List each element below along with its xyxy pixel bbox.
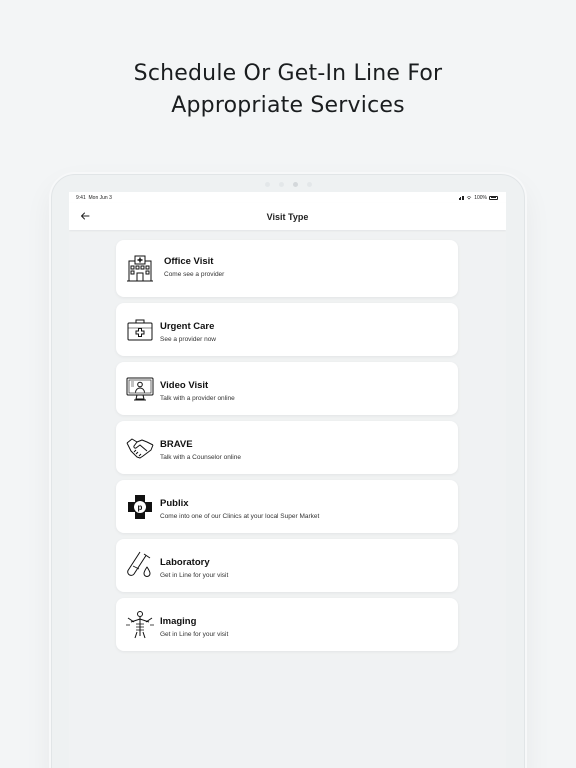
handshake-icon — [125, 433, 155, 463]
service-card-imaging[interactable]: Imaging Get in Line for your visit — [116, 598, 458, 651]
card-subtitle: Talk with a provider online — [160, 395, 235, 402]
card-subtitle: Talk with a Counselor online — [160, 454, 241, 461]
battery-percent: 100% — [474, 194, 487, 201]
medical-kit-icon — [125, 315, 155, 345]
test-tube-icon — [125, 551, 155, 581]
service-card-office-visit[interactable]: Office Visit Come see a provider — [116, 240, 458, 297]
service-card-laboratory[interactable]: Laboratory Get in Line for your visit — [116, 539, 458, 592]
promo-headline: Schedule Or Get-In Line For Appropriate … — [0, 58, 576, 122]
headline-line-2: Appropriate Services — [171, 93, 405, 118]
status-right: 100% — [458, 194, 498, 201]
wifi-icon — [466, 196, 472, 200]
card-title: Laboratory — [160, 557, 210, 568]
card-title: Imaging — [160, 616, 197, 627]
card-subtitle: Get in Line for your visit — [160, 631, 229, 638]
card-text: Publix Come into one of our Clinics at y… — [160, 498, 319, 521]
app-screen: 9:41 Mon Jun 3 100% Visit Type Office Vi… — [69, 192, 506, 768]
service-card-urgent-care[interactable]: Urgent Care See a provider now — [116, 303, 458, 356]
signal-icon — [458, 195, 465, 200]
card-title: Office Visit — [164, 256, 214, 267]
card-title: Publix — [160, 498, 189, 509]
headline-line-1: Schedule Or Get-In Line For — [133, 61, 443, 86]
card-text: BRAVE Talk with a Counselor online — [160, 439, 241, 462]
status-bar: 9:41 Mon Jun 3 100% — [69, 192, 506, 203]
back-arrow-icon[interactable] — [78, 209, 92, 223]
card-text: Laboratory Get in Line for your visit — [160, 557, 228, 580]
card-subtitle: Get in Line for your visit — [160, 572, 229, 579]
sensor-dot — [278, 181, 284, 187]
xray-body-icon — [125, 610, 155, 640]
nav-bar: Visit Type — [69, 203, 506, 230]
hospital-icon — [125, 254, 155, 284]
status-time: 9:41 — [76, 194, 86, 201]
card-text: Imaging Get in Line for your visit — [160, 616, 228, 639]
service-card-video-visit[interactable]: Video Visit Talk with a provider online — [116, 362, 458, 415]
card-title: BRAVE — [160, 439, 193, 450]
publix-cross-icon: p — [125, 492, 155, 522]
card-text: Video Visit Talk with a provider online — [160, 380, 235, 403]
sensor-dot — [264, 181, 270, 187]
card-text: Urgent Care See a provider now — [160, 321, 216, 344]
card-subtitle: See a provider now — [160, 336, 217, 343]
battery-icon — [489, 195, 498, 200]
status-left: 9:41 Mon Jun 3 — [76, 195, 112, 201]
card-title: Video Visit — [160, 380, 209, 391]
camera-bar — [52, 180, 524, 188]
card-text: Office Visit Come see a provider — [164, 256, 224, 279]
sensor-dot — [306, 181, 312, 187]
page-title: Visit Type — [266, 211, 309, 222]
status-date: Mon Jun 3 — [88, 194, 112, 201]
card-subtitle: Come into one of our Clinics at your loc… — [160, 513, 320, 520]
card-title: Urgent Care — [160, 321, 215, 332]
svg-text:p: p — [138, 503, 143, 512]
service-card-publix[interactable]: p Publix Come into one of our Clinics at… — [116, 480, 458, 533]
video-monitor-icon — [125, 374, 155, 404]
camera-icon — [292, 181, 298, 187]
card-subtitle: Come see a provider — [164, 271, 225, 278]
service-card-brave[interactable]: BRAVE Talk with a Counselor online — [116, 421, 458, 474]
